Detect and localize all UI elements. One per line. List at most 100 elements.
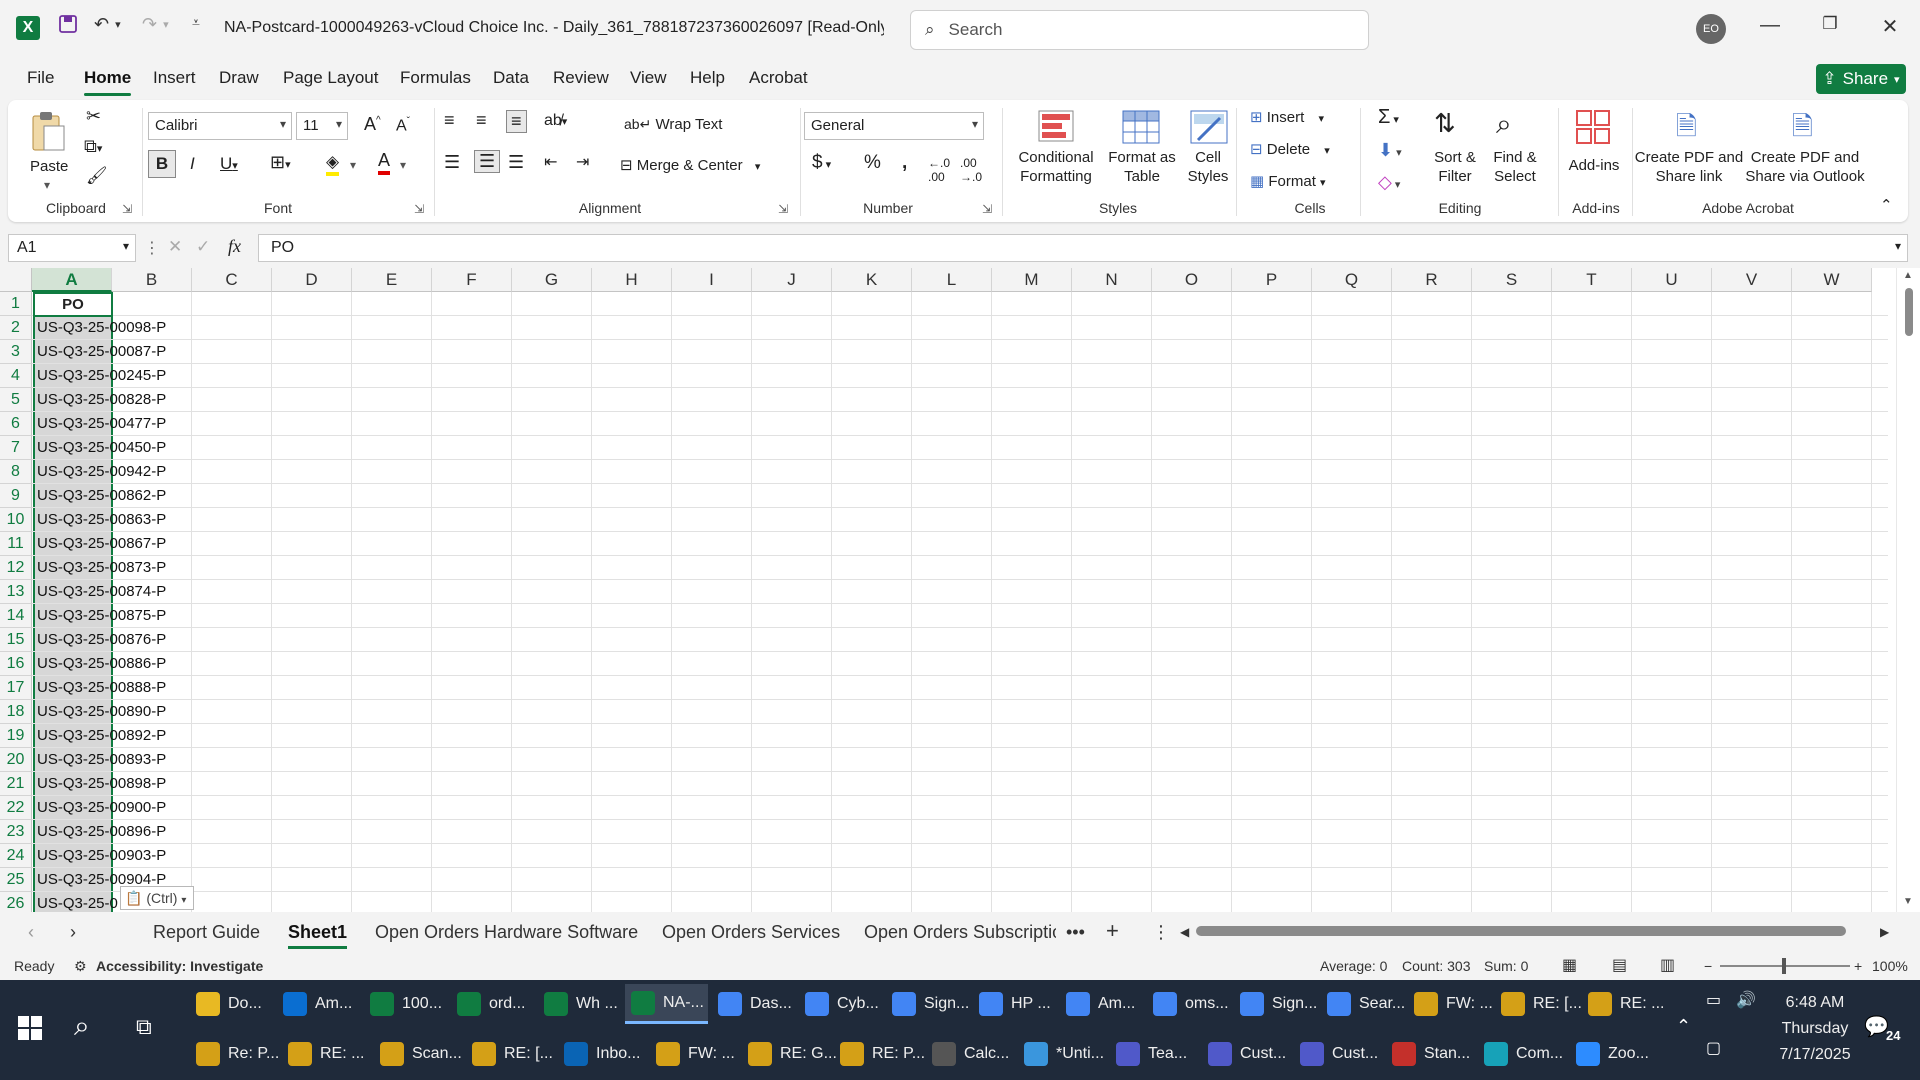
- table-row[interactable]: US-Q3-25-00890-P: [33, 700, 166, 724]
- vertical-scroll-thumb[interactable]: [1905, 288, 1913, 336]
- table-row[interactable]: US-Q3-25-00896-P: [33, 820, 166, 844]
- row-header[interactable]: 22: [0, 796, 32, 820]
- row-header[interactable]: 19: [0, 724, 32, 748]
- taskbar-app-button[interactable]: NA-...: [625, 984, 708, 1024]
- insert-function-icon[interactable]: fx: [228, 236, 241, 257]
- font-name-dropdown[interactable]: Calibri ▾: [148, 112, 292, 140]
- column-header-l[interactable]: L: [912, 268, 992, 292]
- scroll-left-icon[interactable]: ◀: [1180, 925, 1189, 939]
- row-header[interactable]: 4: [0, 364, 32, 388]
- align-left-icon[interactable]: ☰: [444, 152, 460, 173]
- dialog-launcher-icon[interactable]: ⇲: [414, 202, 424, 216]
- dialog-launcher-icon[interactable]: ⇲: [982, 202, 992, 216]
- tab-acrobat[interactable]: Acrobat: [749, 68, 808, 88]
- tab-formulas[interactable]: Formulas: [400, 68, 471, 88]
- show-hidden-icons-icon[interactable]: ⌃: [1676, 1016, 1691, 1037]
- add-sheet-icon[interactable]: +: [1106, 918, 1119, 944]
- copy-icon[interactable]: ⧉▾: [84, 136, 102, 157]
- conditional-formatting-button[interactable]: Conditional Formatting: [1008, 108, 1104, 198]
- row-header[interactable]: 21: [0, 772, 32, 796]
- scroll-up-icon[interactable]: ▲: [1903, 270, 1913, 281]
- table-row[interactable]: US-Q3-25-00867-P: [33, 532, 166, 556]
- scroll-down-icon[interactable]: ▼: [1903, 896, 1913, 907]
- taskbar-app-button[interactable]: FW: ...: [1408, 984, 1493, 1024]
- table-row[interactable]: US-Q3-25-00886-P: [33, 652, 166, 676]
- row-header[interactable]: 26: [0, 892, 32, 912]
- notification-center-button[interactable]: 💬 24: [1864, 1014, 1904, 1046]
- format-as-table-button[interactable]: Format as Table: [1102, 108, 1182, 198]
- comma-icon[interactable]: ,: [902, 152, 907, 174]
- taskbar-app-button[interactable]: Cyb...: [799, 984, 882, 1024]
- row-header[interactable]: 5: [0, 388, 32, 412]
- taskbar-app-button[interactable]: oms...: [1147, 984, 1230, 1024]
- find-select-button[interactable]: ⌕ Find & Select: [1484, 108, 1546, 198]
- table-row[interactable]: US-Q3-25-00875-P: [33, 604, 166, 628]
- column-header-f[interactable]: F: [432, 268, 512, 292]
- accessibility-status[interactable]: Accessibility: Investigate: [96, 958, 263, 974]
- worksheet-grid[interactable]: A B C D E F G H I J K L M N O P Q R S T U V W 1 PO 2 US-Q3-25-0009…: [0, 268, 1920, 912]
- tab-draw[interactable]: Draw: [219, 68, 259, 88]
- row-header[interactable]: 16: [0, 652, 32, 676]
- create-pdf-share-button[interactable]: 🗎 Create PDF and Share link: [1634, 108, 1744, 198]
- redo-icon[interactable]: ↷ ▾: [142, 14, 169, 35]
- taskbar-search-icon[interactable]: ⌕: [74, 1010, 90, 1043]
- font-color-icon[interactable]: A: [378, 150, 391, 175]
- cancel-icon[interactable]: ✕: [168, 237, 182, 257]
- row-header[interactable]: 9: [0, 484, 32, 508]
- table-row[interactable]: US-Q3-25-00892-P: [33, 724, 166, 748]
- table-row[interactable]: US-Q3-25-00087-P: [33, 340, 166, 364]
- table-row[interactable]: US-Q3-25-00942-P: [33, 460, 166, 484]
- align-right-icon[interactable]: ☰: [508, 152, 524, 173]
- column-header-d[interactable]: D: [272, 268, 352, 292]
- row-header[interactable]: 2: [0, 316, 32, 340]
- column-header-u[interactable]: U: [1632, 268, 1712, 292]
- align-bottom-icon[interactable]: ≡: [506, 110, 527, 133]
- currency-icon[interactable]: $ ▾: [812, 152, 831, 174]
- sheet-tab-sheet1[interactable]: Sheet1: [288, 922, 348, 949]
- align-center-icon[interactable]: ☰: [474, 150, 501, 173]
- cell-styles-button[interactable]: Cell Styles: [1178, 108, 1238, 198]
- volume-icon[interactable]: 🔊: [1736, 990, 1756, 1010]
- underline-icon[interactable]: U▾: [220, 154, 238, 174]
- table-row[interactable]: US-Q3-25-00874-P: [33, 580, 166, 604]
- sheet-tab-open-orders-subscriptions[interactable]: Open Orders Subscriptio: [864, 922, 1056, 943]
- dialog-launcher-icon[interactable]: ⇲: [778, 202, 788, 216]
- cell-a1[interactable]: PO: [33, 292, 113, 317]
- page-layout-view-icon[interactable]: ▤: [1612, 955, 1627, 975]
- taskbar-app-button[interactable]: Am...: [277, 984, 360, 1024]
- column-header-h[interactable]: H: [592, 268, 672, 292]
- decrease-decimal-icon[interactable]: .00 →.0: [960, 156, 982, 184]
- share-button[interactable]: ⇪ Share ▾: [1816, 64, 1906, 94]
- zoom-slider-thumb[interactable]: [1782, 958, 1786, 974]
- increase-decimal-icon[interactable]: ←.0.00: [928, 156, 950, 184]
- column-header-p[interactable]: P: [1232, 268, 1312, 292]
- next-sheet-icon[interactable]: ›: [70, 922, 76, 943]
- row-header[interactable]: 6: [0, 412, 32, 436]
- taskbar-app-button[interactable]: Scan...: [374, 1034, 462, 1074]
- percent-icon[interactable]: %: [864, 152, 881, 174]
- name-box[interactable]: A1 ▾: [8, 234, 136, 262]
- search-input[interactable]: ⌕ Search: [910, 10, 1369, 50]
- taskbar-app-button[interactable]: ord...: [451, 984, 534, 1024]
- normal-view-icon[interactable]: ▦: [1562, 955, 1577, 975]
- tab-view[interactable]: View: [630, 68, 667, 88]
- borders-icon[interactable]: ⊞▾: [270, 152, 291, 173]
- taskbar-app-button[interactable]: Inbo...: [558, 1034, 646, 1074]
- taskbar-app-button[interactable]: Stan...: [1386, 1034, 1474, 1074]
- row-header[interactable]: 15: [0, 628, 32, 652]
- column-header-e[interactable]: E: [352, 268, 432, 292]
- tab-page-layout[interactable]: Page Layout: [283, 68, 378, 88]
- row-header[interactable]: 8: [0, 460, 32, 484]
- enter-icon[interactable]: ✓: [196, 237, 210, 257]
- chevron-down-icon[interactable]: ▾: [400, 158, 406, 172]
- taskbar-app-button[interactable]: FW: ...: [650, 1034, 738, 1074]
- taskbar-app-button[interactable]: Zoo...: [1570, 1034, 1658, 1074]
- row-header[interactable]: 23: [0, 820, 32, 844]
- decrease-indent-icon[interactable]: ⇤: [544, 152, 557, 172]
- more-options-icon[interactable]: ⋮: [144, 238, 160, 258]
- taskbar-app-button[interactable]: Cust...: [1294, 1034, 1382, 1074]
- taskbar-app-button[interactable]: Tea...: [1110, 1034, 1198, 1074]
- tab-home[interactable]: Home: [84, 68, 132, 96]
- save-icon[interactable]: [58, 14, 78, 34]
- taskbar-app-button[interactable]: Sear...: [1321, 984, 1405, 1024]
